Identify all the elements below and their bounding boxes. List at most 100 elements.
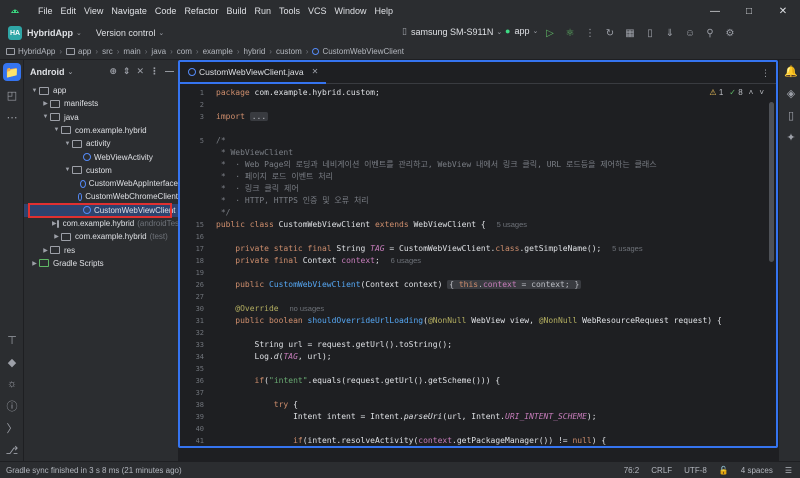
lock-icon[interactable]: 🔓 [719, 466, 729, 475]
menu-navigate[interactable]: Navigate [107, 6, 151, 16]
minimize-icon[interactable]: — [698, 0, 732, 22]
gemini-icon[interactable]: ✦ [779, 126, 800, 148]
close-icon[interactable]: ✕ [766, 0, 800, 22]
breadcrumb-item[interactable]: java [151, 47, 166, 56]
hide-icon[interactable]: — [165, 66, 174, 77]
tree-item-label: app [53, 86, 67, 95]
tree-item[interactable]: ▼ activity [24, 137, 178, 150]
menu-file[interactable]: File [34, 6, 57, 16]
menu-build[interactable]: Build [222, 6, 250, 16]
gem-icon[interactable]: ◆ [0, 351, 24, 373]
breadcrumb-item[interactable]: HybridApp [18, 47, 55, 56]
tree-item[interactable]: ▼ app [24, 84, 178, 97]
chevron-down-icon[interactable]: ▼ [63, 167, 72, 173]
breadcrumb-item[interactable]: app [78, 47, 91, 56]
caret-position[interactable]: 76:2 [624, 466, 640, 475]
gradle-icon[interactable]: ◈ [779, 82, 800, 104]
project-name[interactable]: HybridApp [27, 28, 73, 38]
tree-item[interactable]: ▶ com.example.hybrid (androidTest) [24, 217, 184, 230]
menu-tools[interactable]: Tools [275, 6, 304, 16]
device-selector[interactable]: ▯ samsung SM-S911N ⌄ [402, 26, 502, 37]
tree-item[interactable]: CustomWebChromeClient [24, 190, 178, 203]
settings-icon[interactable]: ⚙ [720, 24, 740, 42]
tree-item[interactable]: ▼ com.example.hybrid [24, 124, 178, 137]
memory-icon[interactable]: ☰ [785, 466, 792, 475]
breadcrumb-item[interactable]: src [102, 47, 113, 56]
tree-item[interactable]: ▶ com.example.hybrid (test) [24, 230, 178, 243]
tree-item[interactable]: ▼ java [24, 111, 178, 124]
terminal-icon[interactable]: 〉 [0, 417, 24, 439]
chevron-down-icon[interactable]: ▼ [63, 141, 72, 147]
breadcrumb-item[interactable]: com [177, 47, 192, 56]
project-tool-icon[interactable]: 📁 [3, 63, 21, 81]
locate-icon[interactable]: ⊕ [109, 66, 117, 77]
status-message[interactable]: Gradle sync finished in 3 s 8 ms (21 min… [0, 466, 182, 475]
editor-scrollbar[interactable] [769, 102, 774, 262]
close-tab-icon[interactable]: ✕ [312, 67, 319, 76]
menu-view[interactable]: View [80, 6, 107, 16]
tree-item[interactable]: ▶ Gradle Scripts [24, 257, 178, 270]
gutter: 1 2 3 5 15 16 17 18 19 26 27 30 31 32 33… [180, 84, 216, 446]
line-number: 34 [195, 353, 204, 361]
file-encoding[interactable]: UTF-8 [684, 466, 707, 475]
maximize-icon[interactable]: □ [732, 0, 766, 22]
project-badge[interactable]: HA [8, 26, 22, 40]
debug-icon[interactable]: ⚛ [560, 24, 580, 42]
version-control-menu[interactable]: Version control [96, 28, 156, 38]
chevron-right-icon[interactable]: ▶ [52, 233, 61, 240]
project-view-selector[interactable]: Android [30, 67, 65, 77]
device-icon: ▯ [402, 26, 407, 36]
line-number: 41 [195, 437, 204, 445]
menu-help[interactable]: Help [371, 6, 398, 16]
chevron-right-icon[interactable]: ▶ [30, 260, 39, 267]
chevron-right-icon[interactable]: ▶ [41, 247, 50, 254]
breadcrumb-item[interactable]: hybrid [244, 47, 266, 56]
run-icon[interactable]: ▷ [540, 24, 560, 42]
tab-options-icon[interactable]: ⋮ [761, 68, 770, 79]
chevron-down-icon[interactable]: ▼ [41, 114, 50, 120]
editor-tab[interactable]: CustomWebViewClient.java ✕ [180, 62, 327, 84]
run-config-selector[interactable]: ● app ⌄ [505, 26, 538, 36]
breadcrumb-item[interactable]: custom [276, 47, 302, 56]
line-separator[interactable]: CRLF [651, 466, 672, 475]
options-icon[interactable]: ⋮ [150, 66, 159, 77]
resource-manager-icon[interactable]: ◰ [0, 84, 24, 106]
layout-inspector-icon[interactable]: ▦ [620, 24, 640, 42]
menu-refactor[interactable]: Refactor [180, 6, 222, 16]
sdk-manager-icon[interactable]: ⇓ [660, 24, 680, 42]
device-manager-icon[interactable]: ▯ [779, 104, 800, 126]
account-icon[interactable]: ☺ [680, 24, 700, 42]
breadcrumb-item[interactable]: example [203, 47, 233, 56]
notifications-icon[interactable]: 🔔 [779, 60, 800, 82]
more-tools-icon[interactable]: ⋯ [0, 106, 24, 128]
logcat-icon[interactable]: ☼ [0, 373, 24, 395]
tree-item[interactable]: WebViewActivity [24, 151, 178, 164]
indent-setting[interactable]: 4 spaces [741, 466, 773, 475]
git-icon[interactable]: ⎇ [0, 439, 24, 461]
menu-code[interactable]: Code [151, 6, 181, 16]
menu-vcs[interactable]: VCS [304, 6, 331, 16]
problems-icon[interactable]: ⓘ [0, 395, 24, 417]
expand-icon[interactable]: ⇕ [123, 66, 131, 77]
more-icon[interactable]: ⋮ [580, 24, 600, 42]
search-icon[interactable]: ⚲ [700, 24, 720, 42]
menu-edit[interactable]: Edit [57, 6, 81, 16]
code-area[interactable]: package com.example.hybrid.custom; impor… [216, 84, 766, 446]
build-icon[interactable]: ⊤ [0, 329, 24, 351]
sync-icon[interactable]: ↻ [600, 24, 620, 42]
menu-window[interactable]: Window [331, 6, 371, 16]
tree-item[interactable]: ▶ manifests [24, 97, 178, 110]
device-manager-icon[interactable]: ▯ [640, 24, 660, 42]
collapse-icon[interactable]: ✕ [136, 66, 144, 77]
chevron-down-icon[interactable]: ▼ [52, 127, 61, 133]
menu-run[interactable]: Run [250, 6, 275, 16]
tree-item[interactable]: ▼ custom [24, 164, 178, 177]
folder-icon [61, 232, 71, 241]
chevron-right-icon[interactable]: ▶ [41, 100, 50, 107]
chevron-down-icon[interactable]: ▼ [30, 88, 39, 94]
chevron-right-icon[interactable]: ▶ [52, 220, 57, 227]
tree-item[interactable]: CustomWebAppInterface [24, 177, 178, 190]
breadcrumb-item[interactable]: main [123, 47, 140, 56]
breadcrumb-item[interactable]: CustomWebViewClient [322, 47, 404, 56]
tree-item[interactable]: ▶ res [24, 244, 178, 257]
